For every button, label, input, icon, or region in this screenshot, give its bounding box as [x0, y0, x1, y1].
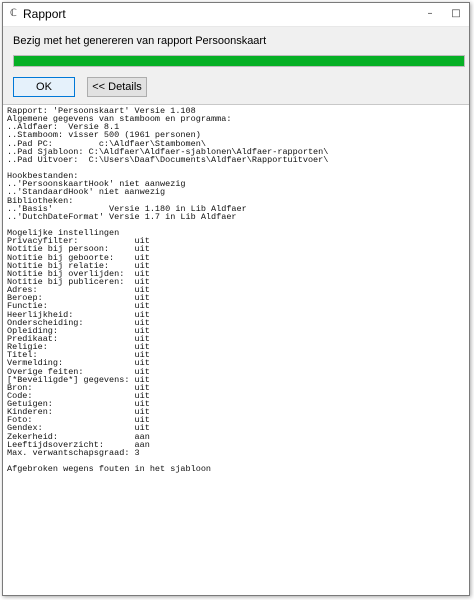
- ok-button[interactable]: OK: [13, 77, 75, 97]
- app-icon: ℂ: [10, 8, 17, 19]
- minimize-icon[interactable]: –: [421, 5, 439, 23]
- report-log[interactable]: Rapport: 'Persoonskaart' Versie 1.108 Alg…: [3, 104, 469, 595]
- status-message: Bezig met het genereren van rapport Pers…: [13, 35, 267, 47]
- progress-bar: [13, 55, 465, 67]
- report-window: ℂ Rapport – □ Bezig met het genereren va…: [2, 2, 470, 596]
- log-line: Afgebroken wegens fouten in het sjabloon: [7, 464, 212, 475]
- log-line: ..'DutchDateFormat' Versie 1.7 in Lib Al…: [7, 211, 237, 222]
- title-bar[interactable]: ℂ Rapport – □: [3, 3, 469, 27]
- progress-fill: [14, 56, 464, 66]
- maximize-icon[interactable]: □: [447, 5, 465, 23]
- log-line: Max. verwantschapsgraad: 3: [7, 447, 140, 458]
- details-button[interactable]: << Details: [87, 77, 147, 97]
- log-line: ..Pad Uitvoer: C:\Users\Daaf\Documents\A…: [7, 154, 329, 165]
- window-title: Rapport: [23, 7, 66, 21]
